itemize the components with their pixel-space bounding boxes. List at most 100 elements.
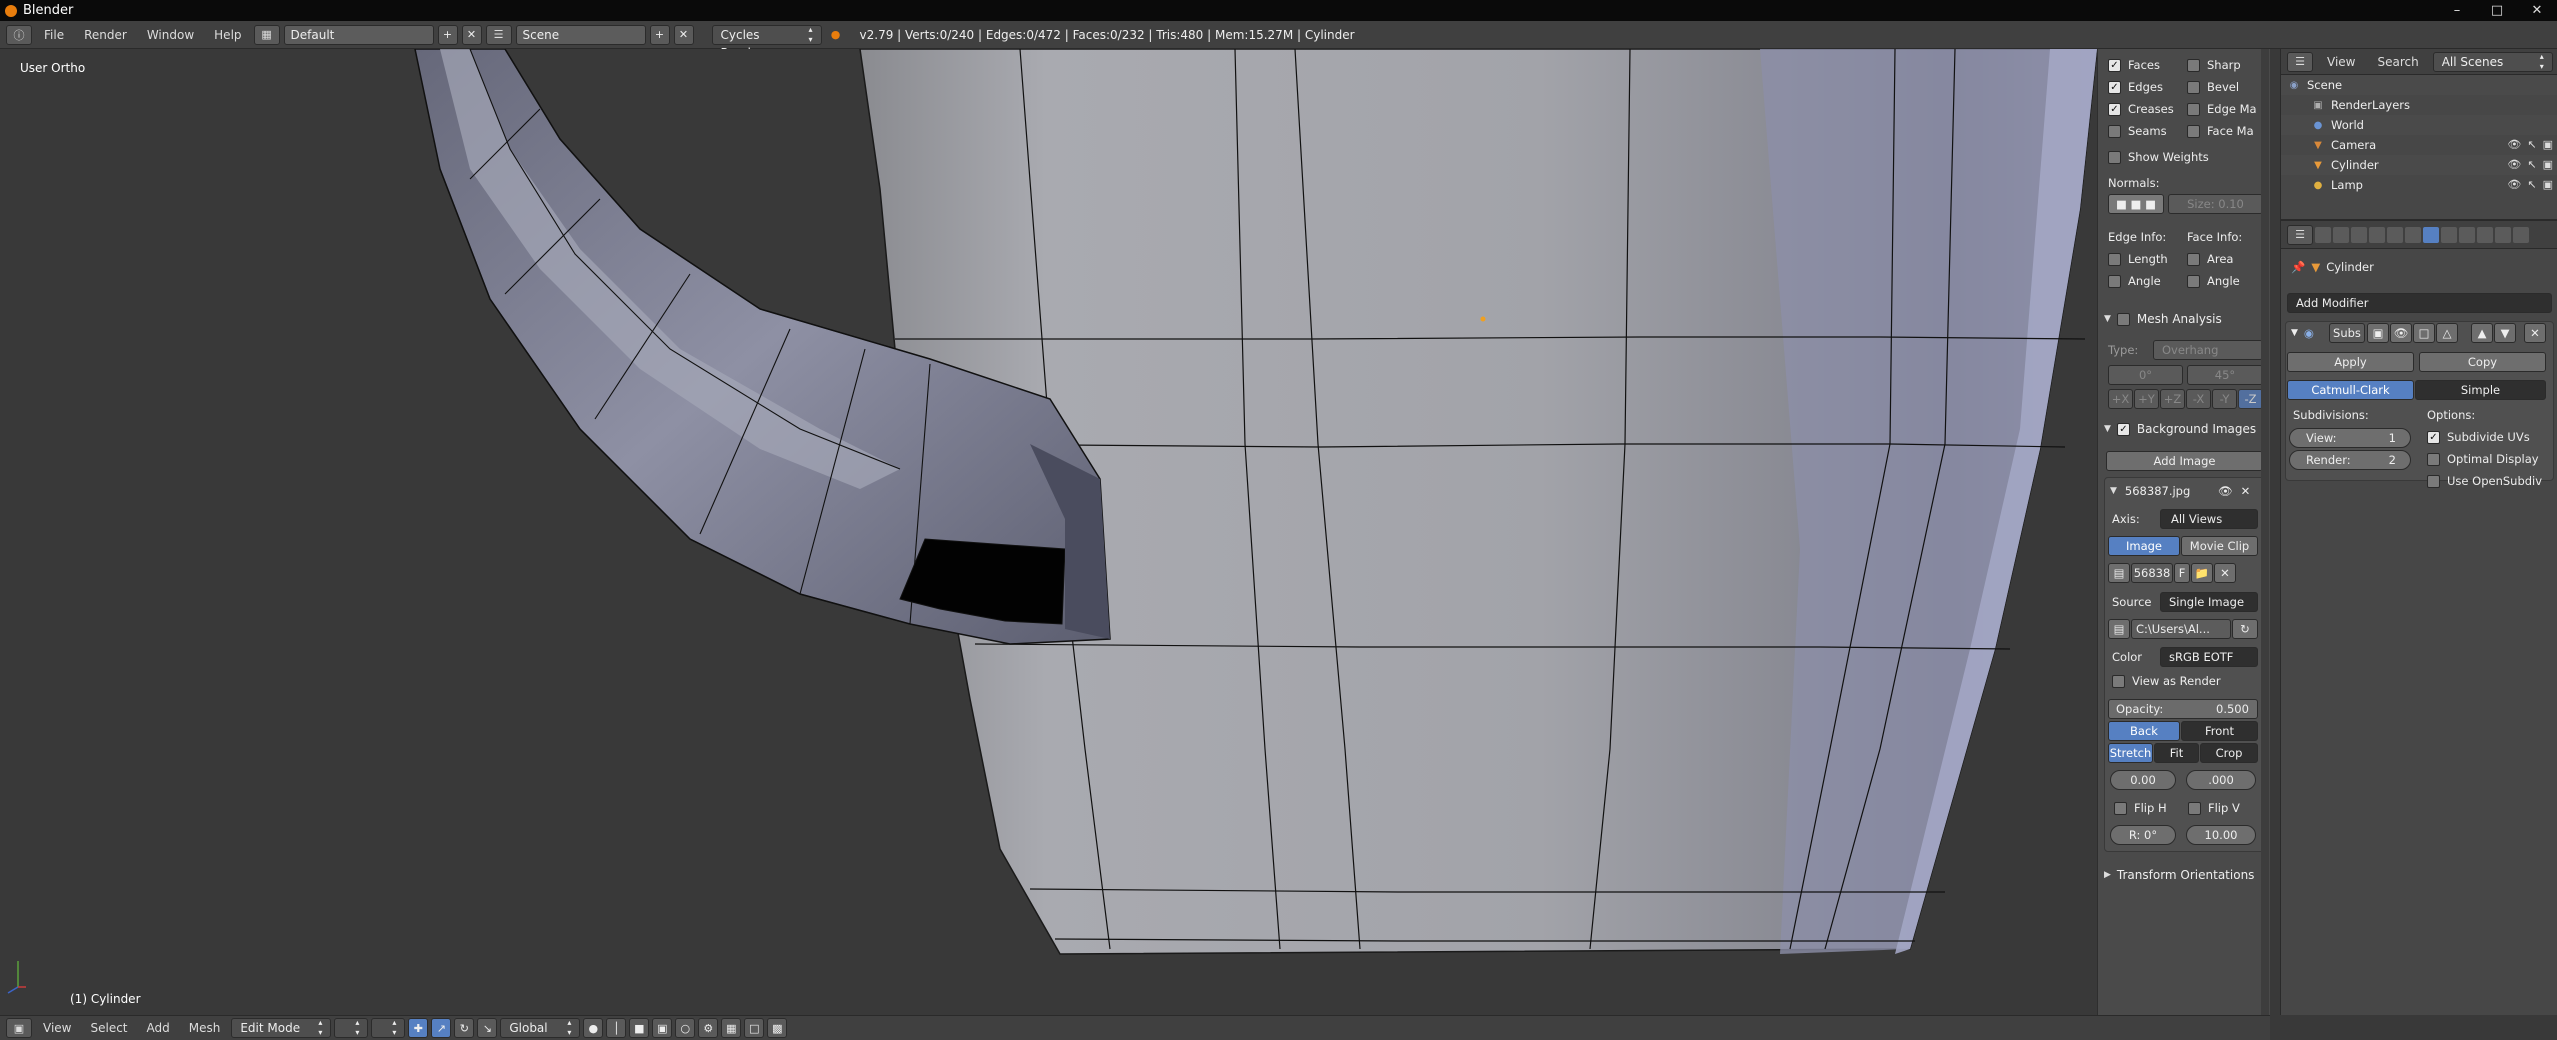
- menu-view[interactable]: View: [35, 1018, 79, 1038]
- tab-material[interactable]: [2459, 226, 2475, 243]
- move-down-icon[interactable]: ▼: [2494, 323, 2516, 343]
- outliner-menu-view[interactable]: View: [2319, 52, 2363, 72]
- menu-help[interactable]: Help: [206, 25, 249, 45]
- viewport-toggle-icon[interactable]: 👁: [2390, 323, 2412, 343]
- tab-modifiers[interactable]: [2423, 226, 2439, 243]
- depth-back-button[interactable]: Back: [2108, 721, 2180, 741]
- flip-h-toggle[interactable]: Flip H: [2114, 798, 2167, 818]
- face-angle-toggle[interactable]: Angle: [2187, 271, 2240, 291]
- edge-marks-toggle[interactable]: Edge Ma: [2187, 99, 2257, 119]
- tab-scene[interactable]: [2351, 226, 2367, 243]
- checkbox-icon[interactable]: [2116, 312, 2130, 326]
- y-offset-field[interactable]: .000: [2186, 770, 2256, 790]
- maximize-button[interactable]: □: [2477, 0, 2517, 21]
- depth-front-button[interactable]: Front: [2181, 721, 2258, 741]
- view-levels-field[interactable]: View: 1: [2289, 428, 2411, 448]
- scene-field[interactable]: Scene: [515, 24, 646, 45]
- cage-toggle-icon[interactable]: △: [2436, 323, 2458, 343]
- show-weights-toggle[interactable]: Show Weights: [2108, 147, 2209, 167]
- menu-add[interactable]: Add: [139, 1018, 178, 1038]
- eye-icon[interactable]: 👁: [2507, 158, 2521, 171]
- occlude-geometry-icon[interactable]: ▣: [652, 1018, 673, 1038]
- outliner-menu-search[interactable]: Search: [2369, 52, 2426, 72]
- tab-movie-clip[interactable]: Movie Clip: [2181, 536, 2258, 556]
- close-button[interactable]: ✕: [2517, 0, 2557, 21]
- open-image-icon[interactable]: 📁: [2191, 563, 2213, 583]
- image-size-field[interactable]: 10.00: [2186, 825, 2256, 845]
- vertex-select-icon[interactable]: ●: [583, 1018, 604, 1038]
- tab-object[interactable]: [2387, 226, 2403, 243]
- axis-nz-button[interactable]: -Z: [2238, 389, 2263, 409]
- outliner-item-renderlayers[interactable]: ▣ RenderLayers: [2281, 95, 2557, 115]
- transform-orientations-header[interactable]: ▶ Transform Orientations: [2104, 865, 2254, 885]
- delete-layout-button[interactable]: ✕: [461, 24, 482, 45]
- render-levels-field[interactable]: Render: 2: [2289, 450, 2411, 470]
- outliner-editor-icon[interactable]: ☰: [2287, 51, 2313, 72]
- eye-icon[interactable]: 👁: [2507, 178, 2521, 191]
- scene-icon[interactable]: ☰: [485, 24, 512, 45]
- viewport-shading-dropdown[interactable]: [334, 1018, 369, 1038]
- outliner-item-scene[interactable]: ◉ Scene: [2281, 75, 2557, 95]
- translate-manipulator-icon[interactable]: ↗: [431, 1018, 452, 1038]
- panel-scrollbar[interactable]: [2261, 49, 2269, 1015]
- simple-button[interactable]: Simple: [2415, 380, 2546, 400]
- image-browse-icon[interactable]: ▤: [2108, 563, 2130, 583]
- edge-angle-toggle[interactable]: Angle: [2108, 271, 2161, 291]
- snap-toggle-icon[interactable]: ⚙: [698, 1018, 719, 1038]
- properties-editor-icon[interactable]: ☰: [2287, 224, 2313, 245]
- collapse-triangle-icon[interactable]: ▼: [2110, 486, 2117, 496]
- manipulator-toggle[interactable]: ✚: [408, 1018, 429, 1038]
- rotation-field[interactable]: R: 0°: [2110, 825, 2176, 845]
- add-scene-button[interactable]: +: [649, 24, 670, 45]
- eye-icon[interactable]: 👁: [2507, 138, 2521, 151]
- area-toggle[interactable]: Area: [2187, 249, 2233, 269]
- creases-toggle[interactable]: ✓ Creases: [2108, 99, 2174, 119]
- tab-physics[interactable]: [2513, 226, 2529, 243]
- color-space-dropdown[interactable]: sRGB EOTF: [2160, 647, 2258, 667]
- edge-select-icon[interactable]: │: [606, 1018, 627, 1038]
- seams-toggle[interactable]: Seams: [2108, 121, 2167, 141]
- outliner-item-cylinder[interactable]: ▼ Cylinder 👁 ↖ ▣: [2281, 155, 2557, 175]
- tab-world[interactable]: [2369, 226, 2385, 243]
- frame-fit-button[interactable]: Fit: [2154, 743, 2199, 763]
- edges-toggle[interactable]: ✓ Edges: [2108, 77, 2163, 97]
- outliner-item-world[interactable]: ● World: [2281, 115, 2557, 135]
- tab-render-layers[interactable]: [2333, 226, 2349, 243]
- remove-image-icon[interactable]: ✕: [2241, 484, 2251, 498]
- analysis-type-dropdown[interactable]: Overhang: [2153, 340, 2263, 360]
- render-toggle-icon[interactable]: ▣: [2367, 323, 2389, 343]
- tab-texture[interactable]: [2477, 226, 2493, 243]
- pin-icon[interactable]: 📌: [2291, 260, 2305, 274]
- collapse-triangle-icon[interactable]: ▼: [2291, 328, 2298, 338]
- mesh-analysis-header[interactable]: ▼ Mesh Analysis: [2104, 309, 2222, 329]
- catmull-clark-button[interactable]: Catmull-Clark: [2287, 380, 2414, 400]
- x-offset-field[interactable]: 0.00: [2110, 770, 2176, 790]
- axis-pz-button[interactable]: +Z: [2160, 389, 2185, 409]
- axis-py-button[interactable]: +Y: [2134, 389, 2159, 409]
- add-layout-button[interactable]: +: [437, 24, 458, 45]
- eye-icon[interactable]: 👁: [2218, 484, 2233, 498]
- menu-mesh[interactable]: Mesh: [181, 1018, 229, 1038]
- axis-dropdown[interactable]: All Views: [2160, 509, 2258, 529]
- bevel-toggle[interactable]: Bevel: [2187, 77, 2239, 97]
- analysis-min-field[interactable]: 0°: [2108, 365, 2183, 385]
- source-dropdown[interactable]: Single Image: [2160, 592, 2258, 612]
- unlink-image-icon[interactable]: ✕: [2214, 563, 2236, 583]
- mode-dropdown[interactable]: Edit Mode: [231, 1018, 332, 1038]
- outliner-display-dropdown[interactable]: All Scenes: [2432, 51, 2553, 72]
- tab-image[interactable]: Image: [2108, 536, 2180, 556]
- fake-user-button[interactable]: F: [2174, 563, 2190, 583]
- face-select-icon[interactable]: ■: [629, 1018, 650, 1038]
- add-modifier-dropdown[interactable]: Add Modifier: [2287, 293, 2552, 313]
- axis-px-button[interactable]: +X: [2108, 389, 2133, 409]
- menu-window[interactable]: Window: [139, 25, 202, 45]
- modifier-name-field[interactable]: Subs: [2329, 323, 2365, 343]
- 3d-viewport[interactable]: User Ortho (1) Cylinder: [0, 49, 2097, 1015]
- frame-crop-button[interactable]: Crop: [2200, 743, 2258, 763]
- menu-render[interactable]: Render: [76, 25, 135, 45]
- view3d-editor-icon[interactable]: ▣: [6, 1018, 32, 1038]
- checkbox-checked-icon[interactable]: ✓: [2116, 422, 2130, 436]
- subdivide-uvs-toggle[interactable]: ✓ Subdivide UVs: [2427, 427, 2530, 447]
- outliner-item-lamp[interactable]: ● Lamp 👁 ↖ ▣: [2281, 175, 2557, 195]
- tab-particles[interactable]: [2495, 226, 2511, 243]
